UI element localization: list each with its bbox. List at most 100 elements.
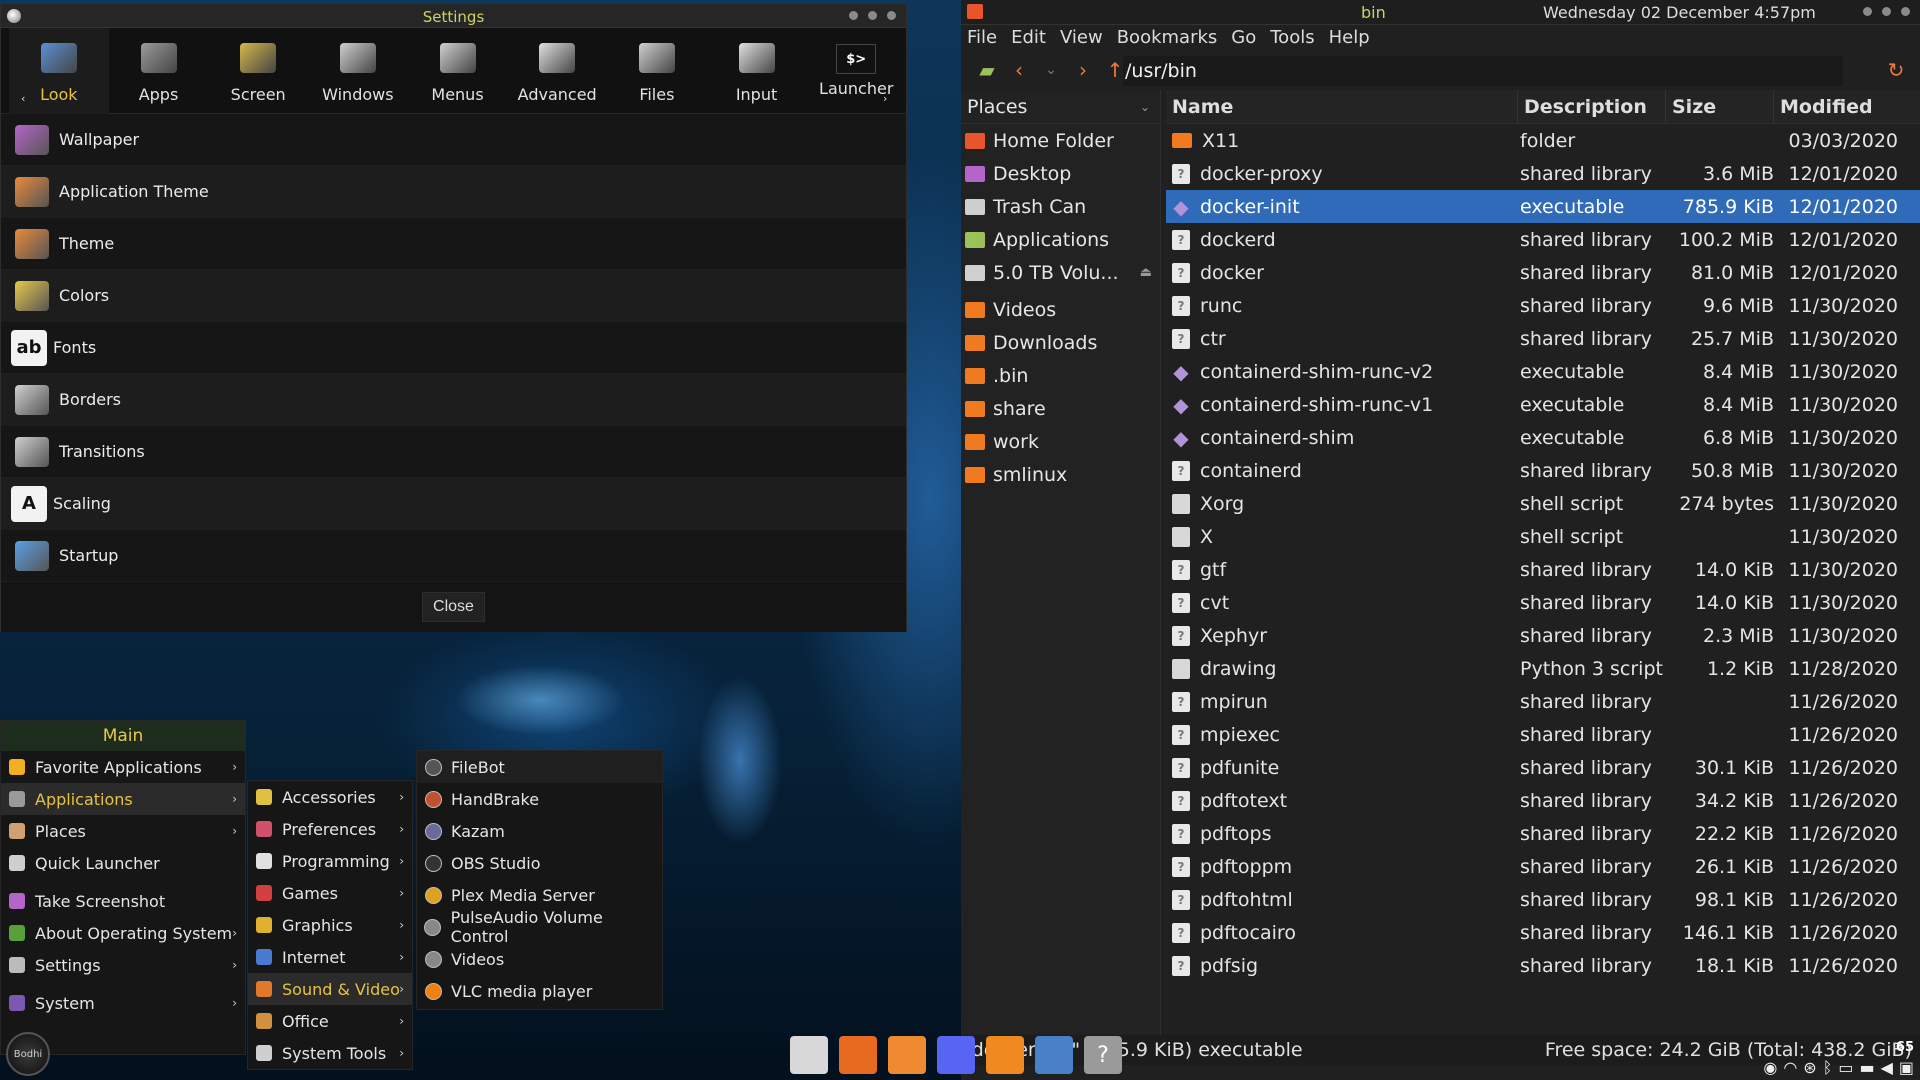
place-smlinux[interactable]: smlinux: [961, 458, 1160, 491]
go-icon[interactable]: ↻: [1880, 58, 1912, 82]
column-modified[interactable]: Modified: [1774, 90, 1900, 123]
toolbar-launcher[interactable]: $> Launcher: [806, 28, 906, 114]
file-row[interactable]: ? cvt shared library 14.0 KiB 11/30/2020: [1166, 586, 1920, 619]
settings-item-startup[interactable]: Startup: [1, 530, 906, 582]
eject-icon[interactable]: ⏏: [1140, 265, 1152, 280]
place-5-0-tb-volu-[interactable]: 5.0 TB Volu... ⏏: [961, 256, 1160, 289]
minimize-button[interactable]: [1863, 7, 1872, 16]
settings-item-scaling[interactable]: A Scaling: [1, 478, 906, 530]
file-row[interactable]: ? pdftotext shared library 34.2 KiB 11/26/20…: [1166, 784, 1920, 817]
place-videos[interactable]: Videos: [961, 293, 1160, 326]
menu-item-take-screenshot[interactable]: Take Screenshot: [1, 885, 245, 917]
menu-item-preferences[interactable]: Preferences ›: [248, 813, 412, 845]
menu-tools[interactable]: Tools: [1270, 27, 1314, 48]
settings-titlebar[interactable]: Settings: [1, 4, 906, 28]
column-size[interactable]: Size: [1666, 90, 1774, 123]
file-row[interactable]: ? mpirun shared library 11/26/2020: [1166, 685, 1920, 718]
file-row[interactable]: Xorg shell script 274 bytes 11/30/2020: [1166, 487, 1920, 520]
menu-item-sound-video[interactable]: Sound & Video ›: [248, 973, 412, 1005]
menu-item-system-tools[interactable]: System Tools ›: [248, 1037, 412, 1069]
clock[interactable]: Wednesday 02 December 4:57pm: [1543, 3, 1816, 22]
toolbar-windows[interactable]: Windows: [308, 28, 408, 114]
menu-item-settings[interactable]: Settings ›: [1, 949, 245, 981]
toolbar-apps[interactable]: Apps: [109, 28, 209, 114]
folder-window-icon[interactable]: [967, 4, 983, 19]
file-row[interactable]: ? pdfunite shared library 30.1 KiB 11/26/202…: [1166, 751, 1920, 784]
menu-item-games[interactable]: Games ›: [248, 877, 412, 909]
file-row[interactable]: ? pdftoppm shared library 26.1 KiB 11/26/202…: [1166, 850, 1920, 883]
menu-item-graphics[interactable]: Graphics ›: [248, 909, 412, 941]
close-button[interactable]: Close: [422, 592, 485, 622]
menu-edit[interactable]: Edit: [1011, 27, 1046, 48]
toolbar-advanced[interactable]: Advanced: [507, 28, 607, 114]
menu-go[interactable]: Go: [1231, 27, 1256, 48]
file-row[interactable]: ? docker shared library 81.0 MiB 12/01/2020: [1166, 256, 1920, 289]
unknown-app-icon[interactable]: ?: [1084, 1036, 1122, 1074]
file-row[interactable]: ? pdftohtml shared library 98.1 KiB 11/26/20…: [1166, 883, 1920, 916]
battery-icon[interactable]: ▬: [1859, 1058, 1874, 1077]
place-trash-can[interactable]: Trash Can: [961, 190, 1160, 223]
file-row[interactable]: ? pdftocairo shared library 146.1 KiB 11/26/…: [1166, 916, 1920, 949]
file-row[interactable]: ? gtf shared library 14.0 KiB 11/30/2020: [1166, 553, 1920, 586]
file-row[interactable]: ◆ containerd-shim-runc-v1 executable 8.4 Mi…: [1166, 388, 1920, 421]
menu-item-vlc-media-player[interactable]: VLC media player: [417, 975, 662, 1007]
menu-item-plex-media-server[interactable]: Plex Media Server: [417, 879, 662, 911]
file-row[interactable]: ? mpiexec shared library 11/26/2020: [1166, 718, 1920, 751]
close-window-button[interactable]: [1901, 7, 1910, 16]
menu-bookmarks[interactable]: Bookmarks: [1117, 27, 1218, 48]
maximize-button[interactable]: [1882, 7, 1891, 16]
network-icon[interactable]: ⊛: [1803, 1058, 1816, 1077]
display-icon[interactable]: ▭: [1838, 1058, 1853, 1077]
menu-item-filebot[interactable]: FileBot: [417, 751, 662, 783]
menu-item-office[interactable]: Office ›: [248, 1005, 412, 1037]
file-row[interactable]: Xshell script 11/30/2020: [1166, 520, 1920, 553]
virtualbox-icon[interactable]: [1035, 1036, 1073, 1074]
place-work[interactable]: work: [961, 425, 1160, 458]
file-row[interactable]: ? containerd shared library 50.8 MiB 11/30/2…: [1166, 454, 1920, 487]
bluetooth-icon[interactable]: ᛒ: [1823, 1058, 1833, 1077]
file-row[interactable]: ? Xephyr shared library 2.3 MiB 11/30/2020: [1166, 619, 1920, 652]
sublime-text-icon[interactable]: [986, 1036, 1024, 1074]
back-icon[interactable]: ‹: [1003, 58, 1035, 82]
terminal-icon[interactable]: [790, 1036, 828, 1074]
discord-icon[interactable]: [937, 1036, 975, 1074]
menu-item-videos[interactable]: Videos: [417, 943, 662, 975]
toolbar-menus[interactable]: Menus: [408, 28, 508, 114]
menu-item-about-operating-system[interactable]: About Operating System ›: [1, 917, 245, 949]
minimize-button[interactable]: [849, 11, 858, 20]
settings-item-wallpaper[interactable]: Wallpaper: [1, 114, 906, 166]
place-downloads[interactable]: Downloads: [961, 326, 1160, 359]
file-row[interactable]: ◆ containerd-shim executable 6.8 MiB 11/30/2…: [1166, 421, 1920, 454]
menu-item-favorite-applications[interactable]: Favorite Applications ›: [1, 751, 245, 783]
file-row[interactable]: drawing Python 3 script 1.2 KiB 11/28/2020: [1166, 652, 1920, 685]
file-row[interactable]: ◆ containerd-shim-runc-v2 executable 8.4 Mi…: [1166, 355, 1920, 388]
column-name[interactable]: Name: [1166, 90, 1518, 123]
menu-item-obs-studio[interactable]: OBS Studio: [417, 847, 662, 879]
settings-item-fonts[interactable]: ab Fonts: [1, 322, 906, 374]
menu-item-quick-launcher[interactable]: Quick Launcher: [1, 847, 245, 879]
scroll-left-icon[interactable]: ‹: [21, 92, 25, 105]
toolbar-files[interactable]: Files: [607, 28, 707, 114]
settings-item-application-theme[interactable]: Application Theme: [1, 166, 906, 218]
menu-item-applications[interactable]: Applications ›: [1, 783, 245, 815]
path-bar[interactable]: /usr/bin: [1123, 56, 1843, 86]
forward-icon[interactable]: ›: [1067, 58, 1099, 82]
place-home-folder[interactable]: Home Folder: [961, 124, 1160, 157]
place-desktop[interactable]: Desktop: [961, 157, 1160, 190]
toolbar-input[interactable]: Input: [707, 28, 807, 114]
volume-icon[interactable]: ◀: [1881, 1058, 1893, 1077]
file-row[interactable]: ? ctr shared library 25.7 MiB 11/30/2020: [1166, 322, 1920, 355]
menu-item-handbrake[interactable]: HandBrake: [417, 783, 662, 815]
menu-item-kazam[interactable]: Kazam: [417, 815, 662, 847]
maximize-button[interactable]: [868, 11, 877, 20]
file-row[interactable]: ◆ docker-init executable 785.9 KiB 12/01/202…: [1166, 190, 1920, 223]
file-row[interactable]: ? pdftops shared library 22.2 KiB 11/26/2020: [1166, 817, 1920, 850]
history-dropdown-icon[interactable]: ⌄: [1035, 62, 1067, 78]
firefox-icon[interactable]: [839, 1036, 877, 1074]
place-applications[interactable]: Applications: [961, 223, 1160, 256]
menu-view[interactable]: View: [1060, 27, 1103, 48]
toolbar-screen[interactable]: Screen: [208, 28, 308, 114]
settings-item-transitions[interactable]: Transitions: [1, 426, 906, 478]
scroll-right-icon[interactable]: ›: [883, 92, 887, 105]
places-dropdown[interactable]: Places ⌄: [961, 90, 1160, 124]
